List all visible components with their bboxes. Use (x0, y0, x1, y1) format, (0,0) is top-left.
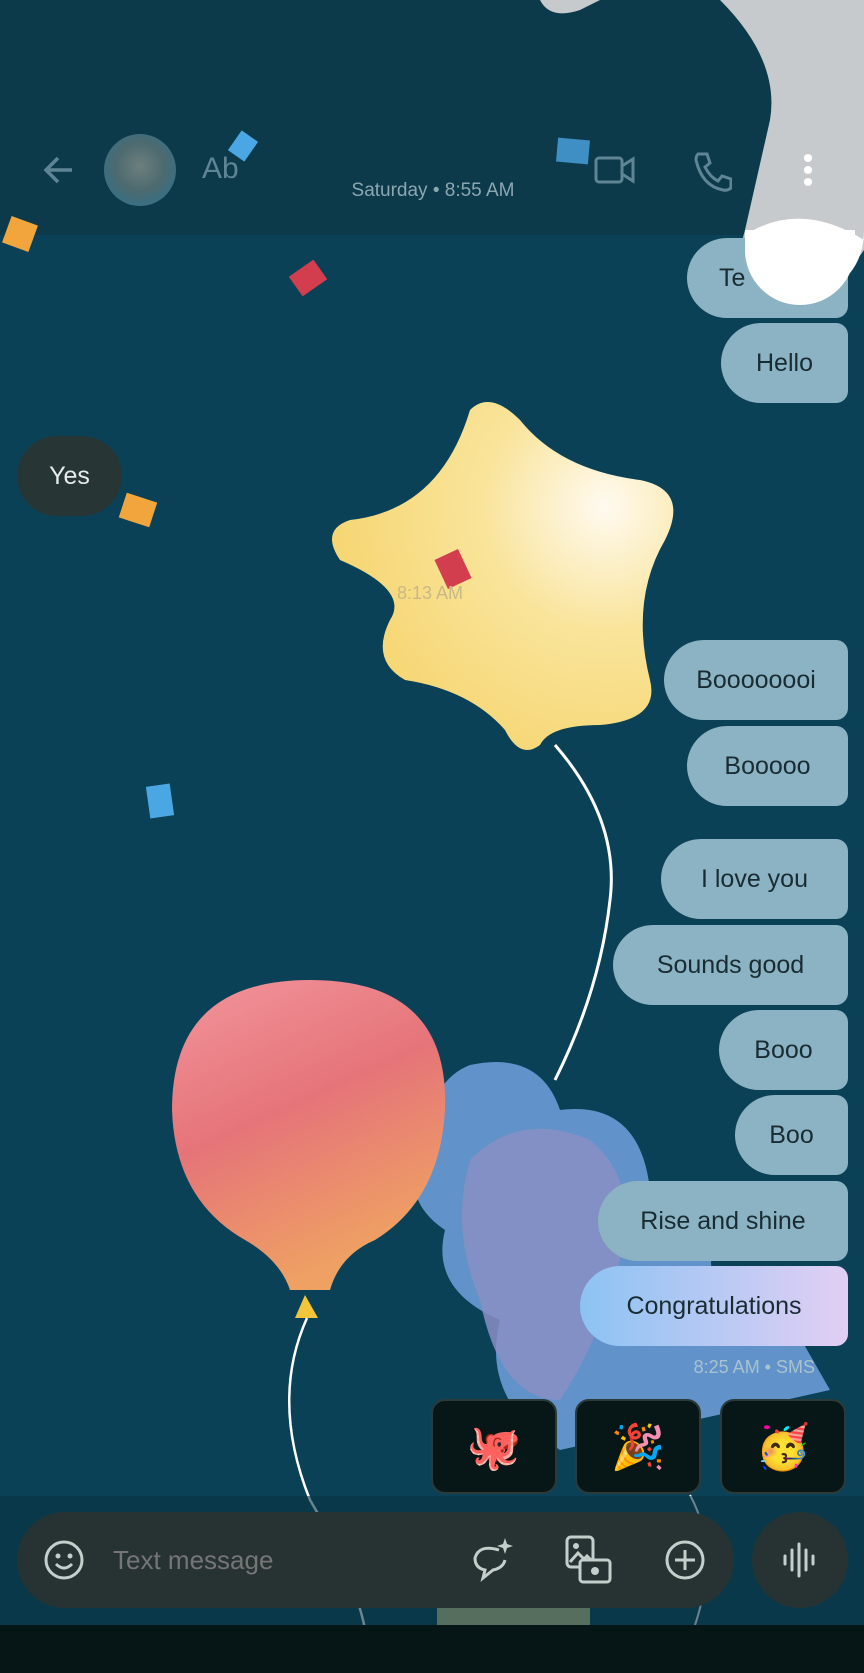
confetti (118, 492, 158, 528)
back-button[interactable] (38, 150, 78, 195)
confetti (2, 216, 38, 252)
magic-compose-icon[interactable] (469, 1536, 515, 1582)
message-bubble[interactable]: Congratulations (580, 1266, 848, 1346)
message-input[interactable] (113, 1540, 443, 1580)
contact-name[interactable]: Ab (202, 152, 239, 186)
audio-waveform-icon (783, 1542, 815, 1578)
party-popper-sticker[interactable]: 🎉 (575, 1399, 701, 1494)
message-bubble[interactable]: I love you (661, 839, 848, 919)
sticker-glyph: 🐙 (466, 1422, 522, 1472)
message-status: 8:25 AM • SMS (693, 1357, 815, 1377)
avatar[interactable] (104, 134, 176, 206)
message-bubble[interactable]: Boo (735, 1095, 848, 1175)
sticker-glyph: 🎉 (610, 1422, 666, 1472)
back-arrow-icon (43, 156, 72, 184)
star-balloon-string (553, 744, 613, 1081)
voice-message-button[interactable] (752, 1512, 848, 1608)
system-nav-bar (0, 1625, 864, 1673)
red-balloon-knot (295, 1295, 318, 1318)
video-call-button[interactable] (593, 150, 637, 195)
gray-ribbon (540, 0, 600, 14)
confetti (288, 259, 328, 297)
message-bubble[interactable]: Booo (719, 1010, 848, 1090)
message-bubble[interactable]: Boooooooi (664, 640, 848, 720)
emoji-icon[interactable] (43, 1539, 85, 1581)
partying-face-sticker[interactable]: 🥳 (720, 1399, 846, 1494)
add-attachment-icon[interactable] (664, 1539, 706, 1581)
more-options-button[interactable] (800, 152, 816, 197)
message-bubble[interactable]: Booooo (687, 726, 848, 806)
message-bubble[interactable]: Sounds good (613, 925, 848, 1005)
conversation-timestamp: Saturday • 8:55 AM (351, 180, 515, 201)
party-octopus-sticker[interactable]: 🐙 (431, 1399, 557, 1494)
message-timestamp: 8:13 AM (397, 583, 464, 603)
phone-call-button[interactable] (692, 150, 733, 197)
star-balloon (332, 402, 674, 750)
confetti (145, 783, 175, 819)
red-balloon (172, 980, 446, 1290)
message-bubble[interactable]: Hello (721, 323, 848, 403)
compose-bar (17, 1512, 734, 1608)
gallery-camera-icon[interactable] (564, 1534, 614, 1586)
more-vert-icon (804, 154, 812, 186)
confetti (556, 137, 590, 165)
video-call-icon (594, 156, 635, 184)
message-bubble[interactable]: Yes (17, 436, 122, 516)
phone-icon (694, 152, 733, 192)
sticker-glyph: 🥳 (755, 1422, 811, 1472)
message-bubble[interactable]: Rise and shine (598, 1181, 848, 1261)
